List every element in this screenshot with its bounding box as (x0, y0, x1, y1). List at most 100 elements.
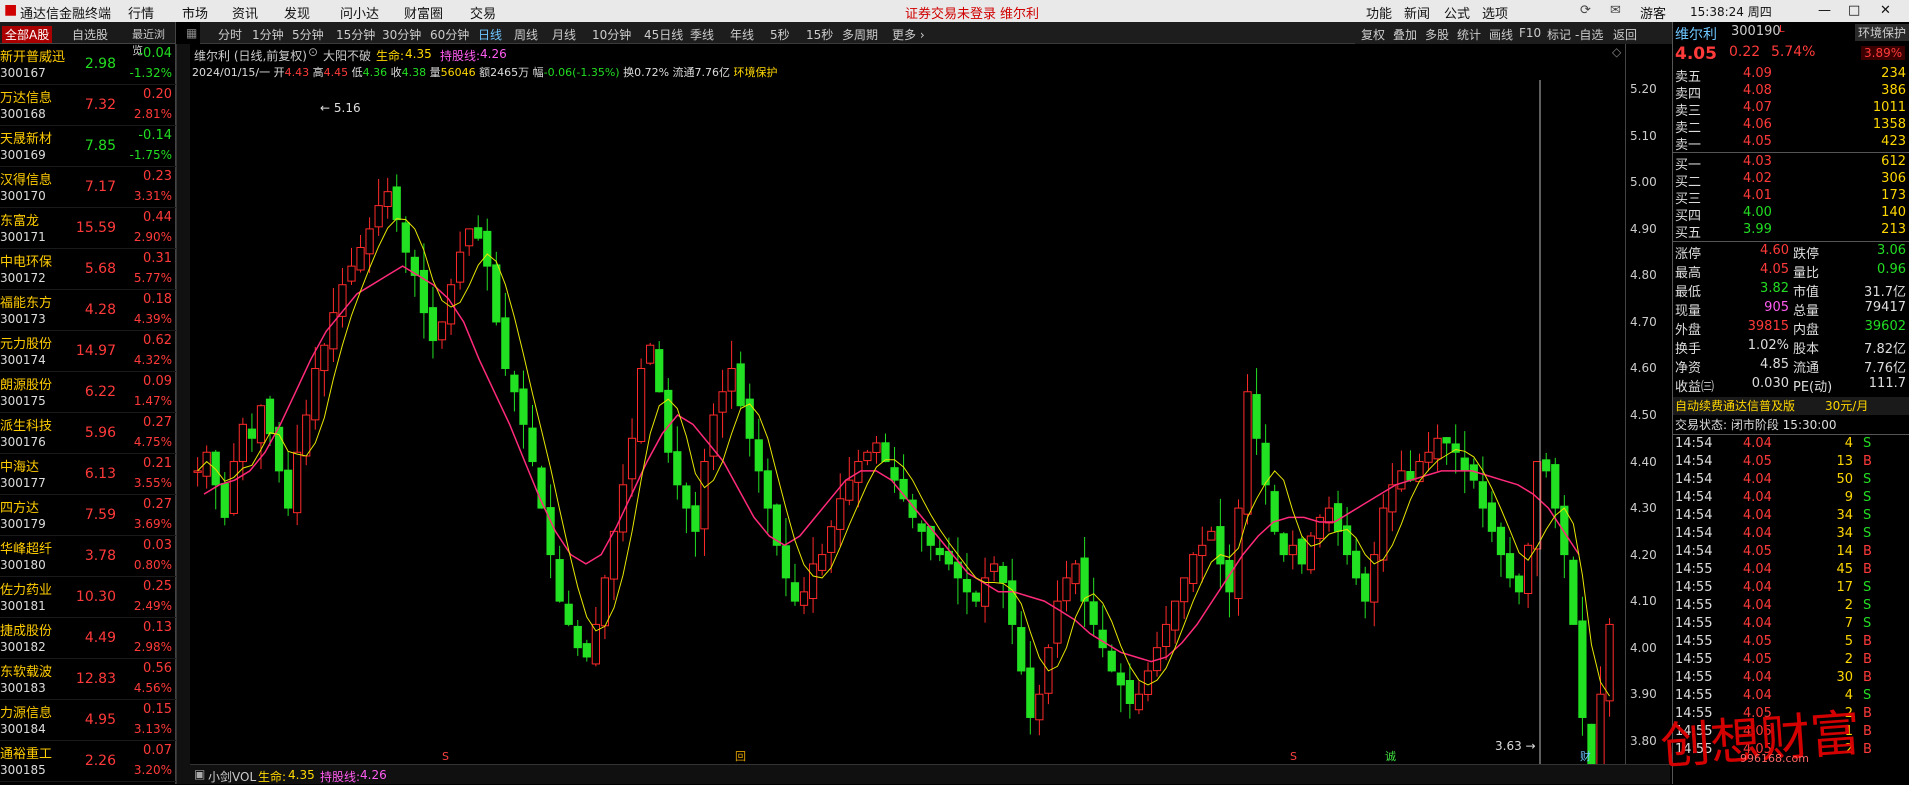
stock-list-row[interactable]: 四方达 300179 7.59 0.27 3.69% (0, 495, 176, 536)
stock-list-row[interactable]: 派生科技 300176 5.96 0.27 4.75% (0, 413, 176, 454)
grid-icon[interactable]: ▦ (186, 26, 197, 40)
candle-body (501, 317, 510, 369)
stat-value: 7.82亿 (1864, 342, 1906, 357)
tab-watchlist[interactable]: 自选股 (72, 26, 108, 43)
login-warning-link[interactable]: 证券交易未登录 (905, 3, 996, 22)
diamond-icon[interactable]: ◇ (1612, 45, 1621, 59)
period-tab-14[interactable]: 15秒 (806, 26, 833, 43)
toolbar-btn-7[interactable]: -自选 (1575, 26, 1603, 43)
menu-right-item-2[interactable]: 公式 (1444, 3, 1470, 22)
tick-row: 14:55 4.04 7 S (1673, 616, 1909, 633)
stock-list-row[interactable]: 元力股份 300174 14.97 0.62 4.32% (0, 331, 176, 372)
period-tab-15[interactable]: 多周期 (842, 26, 878, 43)
stock-list-row[interactable]: 东富龙 300171 15.59 0.44 2.90% (0, 208, 176, 249)
toolbar-btn-6[interactable]: 标记 (1547, 26, 1571, 43)
candle-body (926, 525, 935, 546)
indicator-name[interactable]: 大阳不破 (323, 47, 371, 64)
menu-right-item-3[interactable]: 选项 (1482, 3, 1508, 22)
tab-all-a[interactable]: 全部A股 (2, 26, 53, 43)
period-tab-2[interactable]: 5分钟 (292, 26, 324, 43)
menu-item-3[interactable]: 发现 (284, 3, 310, 22)
stat-row: 现量 905 总量 79417 (1673, 300, 1909, 319)
stock-list-row[interactable]: 力源信息 300184 4.95 0.15 3.13% (0, 700, 176, 741)
toolbar-btn-0[interactable]: 复权 (1361, 26, 1385, 43)
stock-name: 东富龙 (0, 214, 40, 229)
stock-list-row[interactable]: 捷成股份 300182 4.49 0.13 2.98% (0, 618, 176, 659)
stock-list-row[interactable]: 通裕重工 300185 2.26 0.07 3.20% (0, 741, 176, 782)
stock-list-row[interactable]: 福能东方 300173 4.28 0.18 4.39% (0, 290, 176, 331)
toolbar-btn-4[interactable]: 画线 (1489, 26, 1513, 43)
menu-item-6[interactable]: 交易 (470, 3, 496, 22)
stock-list-row[interactable]: 朗源股份 300175 6.22 0.09 1.47% (0, 372, 176, 413)
ask-price: 4.07 (1743, 100, 1772, 115)
tick-side: S (1863, 598, 1872, 613)
period-tab-8[interactable]: 月线 (552, 26, 576, 43)
period-tab-3[interactable]: 15分钟 (336, 26, 375, 43)
period-tab-4[interactable]: 30分钟 (382, 26, 421, 43)
stock-list-row[interactable]: 中海达 300177 6.13 0.21 3.55% (0, 454, 176, 495)
stock-list-row[interactable]: 中电环保 300172 5.68 0.31 5.77% (0, 249, 176, 290)
period-tab-5[interactable]: 60分钟 (430, 26, 469, 43)
toolbar-btn-5[interactable]: F10 (1519, 26, 1541, 40)
candle-body (573, 625, 582, 649)
promo-banner[interactable]: 自动续费通达信普及版 30元/月 (1673, 397, 1909, 415)
toolbar-btn-8[interactable]: 返回 (1613, 26, 1637, 43)
bid-volume: 213 (1881, 222, 1906, 237)
stat-row: 最高 4.05 量比 0.96 (1673, 262, 1909, 281)
stock-list-row[interactable]: 华峰超纤 300180 3.78 0.03 0.80% (0, 536, 176, 577)
refresh-icon[interactable]: ⟳ (1580, 3, 1591, 18)
period-tab-16[interactable]: 更多 › (892, 26, 925, 43)
candle-body (329, 312, 338, 350)
trade-status: 交易状态: 闭市阶段 15:30:00 (1673, 416, 1909, 433)
candle-body (401, 222, 410, 253)
period-tab-13[interactable]: 5秒 (770, 26, 790, 43)
stock-list-row[interactable]: 汉得信息 300170 7.17 0.23 3.31% (0, 167, 176, 208)
candle-body (799, 591, 809, 606)
period-tab-10[interactable]: 45日线 (644, 26, 683, 43)
tick-price: 4.04 (1743, 616, 1772, 631)
stock-list-row[interactable]: 佐力药业 300181 10.30 0.25 2.49% (0, 577, 176, 618)
menu-right-item-0[interactable]: 功能 (1366, 3, 1392, 22)
guest-label[interactable]: 游客 (1640, 3, 1666, 22)
period-tab-11[interactable]: 季线 (690, 26, 714, 43)
stock-list-row[interactable]: 新开普威迅 300167 2.98 -0.04 -1.32% (0, 44, 176, 85)
toolbar-btn-2[interactable]: 多股 (1425, 26, 1449, 43)
minimize-icon[interactable]: — (1818, 3, 1831, 18)
menu-item-1[interactable]: 市场 (182, 3, 208, 22)
candle-body (1234, 507, 1243, 600)
list-scrollbar[interactable] (176, 44, 190, 784)
period-tab-1[interactable]: 1分钟 (252, 26, 284, 43)
menu-right-item-1[interactable]: 新闻 (1404, 3, 1430, 22)
quote-sector-tag[interactable]: 环境保护 (1855, 24, 1909, 41)
stock-list-row[interactable]: 万达信息 300168 7.32 0.20 2.81% (0, 85, 176, 126)
menu-item-2[interactable]: 资讯 (232, 3, 258, 22)
stock-list-row[interactable]: 东软载波 300183 12.83 0.56 4.56% (0, 659, 176, 700)
toolbar-btn-3[interactable]: 统计 (1457, 26, 1481, 43)
stat-value: 79417 (1864, 300, 1906, 315)
menu-item-4[interactable]: 问小达 (340, 3, 379, 22)
menu-item-0[interactable]: 行情 (128, 3, 154, 22)
candle-body (392, 186, 401, 221)
period-tab-6[interactable]: 日线 (478, 26, 502, 43)
ask-price: 4.08 (1743, 83, 1772, 98)
stock-list-row[interactable]: 天晟新材 300169 7.85 -0.14 -1.75% (0, 126, 176, 167)
vol-toggle-icon[interactable]: ▣ (194, 767, 205, 781)
period-tab-9[interactable]: 10分钟 (592, 26, 631, 43)
stock-change: 0.23 (143, 169, 172, 184)
menu-item-5[interactable]: 财富圈 (404, 3, 443, 22)
period-tab-7[interactable]: 周线 (514, 26, 538, 43)
period-tab-0[interactable]: 分时 (218, 26, 242, 43)
toolbar-btn-1[interactable]: 叠加 (1393, 26, 1417, 43)
period-tab-12[interactable]: 年线 (730, 26, 754, 43)
indicator-icon[interactable]: ⊙ (308, 45, 318, 59)
life-value: 4.35 (405, 47, 432, 61)
candlestick-chart[interactable]: ← 5.16 3.63 → S 回 S 诚 财 (190, 80, 1625, 764)
stock-price: 4.28 (84, 302, 116, 318)
close-icon[interactable]: ✕ (1880, 3, 1891, 18)
chat-icon[interactable]: ✉ (1610, 3, 1621, 18)
maximize-icon[interactable]: □ (1848, 3, 1860, 18)
ask-volume: 423 (1881, 134, 1906, 149)
stock-percent: -1.75% (129, 148, 172, 162)
vol-indicator-name[interactable]: 小剑VOL (208, 768, 256, 785)
bid-row: 买一 4.03 612 (1673, 154, 1909, 173)
